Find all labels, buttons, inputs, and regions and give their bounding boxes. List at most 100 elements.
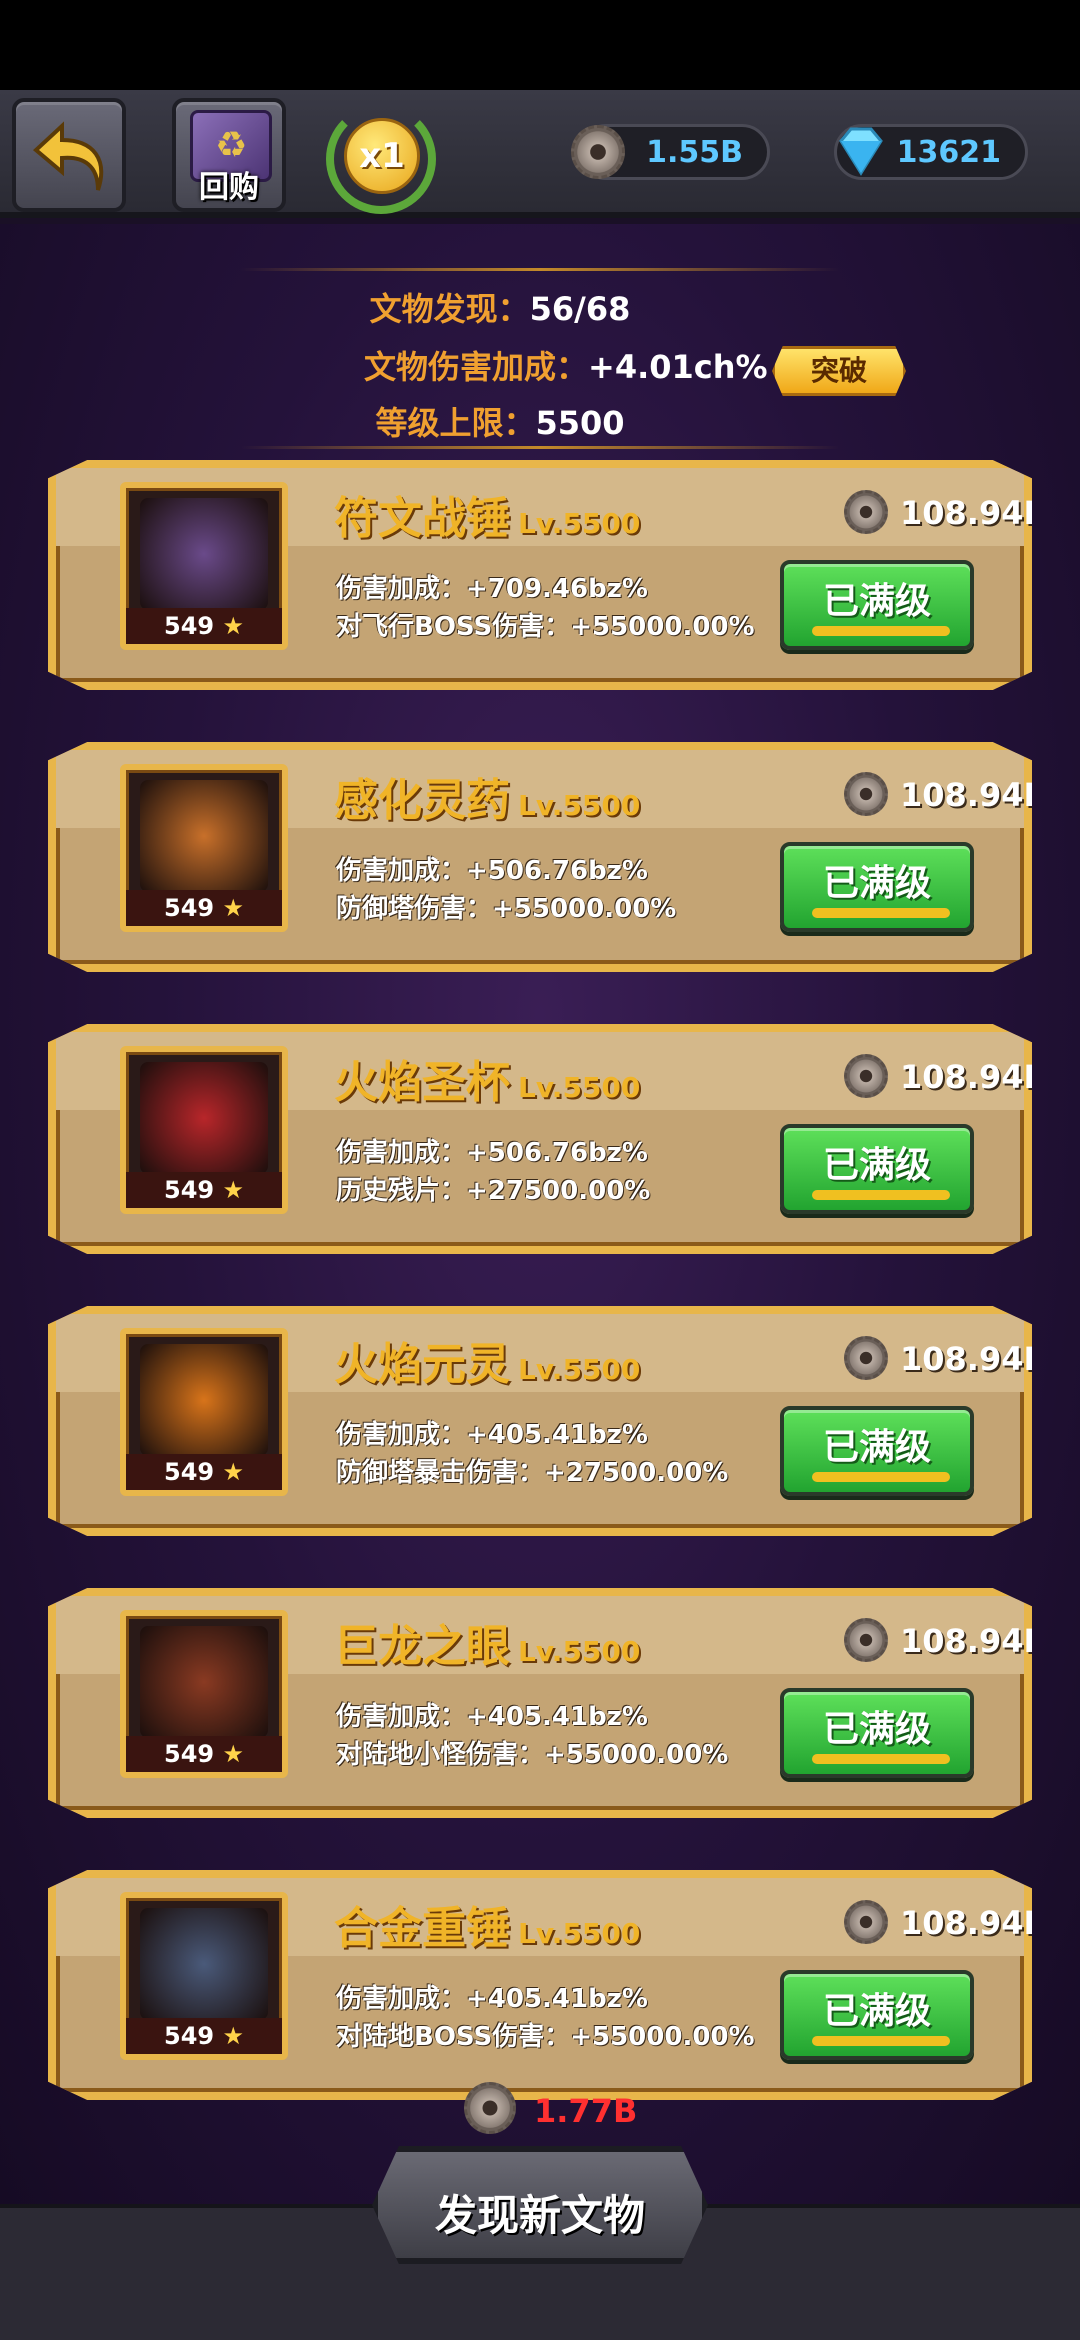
artifact-name: 感化灵药 xyxy=(334,775,510,826)
star-count: 549 xyxy=(164,1458,215,1486)
star-count: 549 xyxy=(164,2022,215,2050)
artifact-stat-damage: 伤害加成：+506.76bz% xyxy=(336,856,648,886)
diamond-currency-value: 13621 xyxy=(896,135,1001,170)
gear-icon xyxy=(571,125,625,179)
gear-icon xyxy=(844,772,888,816)
level-cap-label: 等级上限： xyxy=(375,404,536,442)
speed-multiplier-button[interactable]: x1 xyxy=(326,104,436,214)
artifact-name-row: 火焰圣杯 Lv.5500 xyxy=(334,1046,640,1110)
breakthrough-button[interactable]: 突破 xyxy=(772,346,906,396)
artifact-stars: 549 ★ xyxy=(126,608,282,644)
artifact-stat-special: 对飞行BOSS伤害：+55000.00% xyxy=(336,612,755,642)
artifact-stars: 549 ★ xyxy=(126,1736,282,1772)
artifact-stat-special: 防御塔伤害：+55000.00% xyxy=(336,894,677,924)
max-level-button[interactable]: 已满级 xyxy=(780,1688,974,1778)
upgrade-cost: 108.94M xyxy=(844,1900,1032,1950)
artifact-name-row: 火焰元灵 Lv.5500 xyxy=(334,1328,640,1392)
star-icon: ★ xyxy=(222,1176,244,1204)
artifact-name: 火焰元灵 xyxy=(334,1339,510,1390)
artifact-card: 549 ★ 火焰圣杯 Lv.5500 108.94M 伤害加成：+506.76bz% 历史… xyxy=(48,1024,1032,1254)
artifact-stat-special: 防御塔暴击伤害：+27500.00% xyxy=(336,1458,729,1488)
artifact-stat-damage: 伤害加成：+405.41bz% xyxy=(336,1420,648,1450)
divider xyxy=(240,268,840,271)
artifact-icon-frame[interactable]: 549 ★ xyxy=(120,1610,288,1778)
discovered-row: 文物发现：56/68 xyxy=(0,284,1000,330)
back-button[interactable] xyxy=(12,98,126,212)
artifact-level: Lv.5500 xyxy=(518,1635,641,1668)
max-level-button[interactable]: 已满级 xyxy=(780,1406,974,1496)
gear-icon xyxy=(844,1336,888,1380)
gear-icon xyxy=(844,1618,888,1662)
max-level-button[interactable]: 已满级 xyxy=(780,1970,974,2060)
diamond-currency-display: 13621 xyxy=(834,124,1028,180)
artifact-icon-frame[interactable]: 549 ★ xyxy=(120,1892,288,2060)
artifact-art-icon xyxy=(140,1908,268,2020)
max-level-label: 已满级 xyxy=(822,1709,931,1750)
artifact-art-icon xyxy=(140,1626,268,1738)
max-level-label: 已满级 xyxy=(822,1427,931,1468)
upgrade-cost: 108.94M xyxy=(844,772,1032,822)
level-cap-value: 5500 xyxy=(535,404,625,442)
artifact-level: Lv.5500 xyxy=(518,507,641,540)
artifact-name-row: 感化灵药 Lv.5500 xyxy=(334,764,640,828)
discover-new-artifact-button[interactable]: 发现新文物 xyxy=(372,2146,708,2264)
artifact-level: Lv.5500 xyxy=(518,1353,641,1386)
artifact-card: 549 ★ 感化灵药 Lv.5500 108.94M 伤害加成：+506.76bz% 防御… xyxy=(48,742,1032,972)
max-level-bar xyxy=(812,908,950,918)
star-icon: ★ xyxy=(222,1740,244,1768)
damage-bonus-row: 文物伤害加成：+4.01ch% xyxy=(364,342,768,388)
artifact-name-row: 符文战锤 Lv.5500 xyxy=(334,482,640,546)
artifact-icon-frame[interactable]: 549 ★ xyxy=(120,1046,288,1214)
artifact-art-icon xyxy=(140,1344,268,1456)
artifact-icon-frame[interactable]: 549 ★ xyxy=(120,764,288,932)
artifact-art-icon xyxy=(140,780,268,892)
artifact-stat-special: 对陆地小怪伤害：+55000.00% xyxy=(336,1740,729,1770)
star-count: 549 xyxy=(164,1176,215,1204)
artifact-level: Lv.5500 xyxy=(518,789,641,822)
max-level-bar xyxy=(812,1472,950,1482)
artifact-card: 549 ★ 合金重锤 Lv.5500 108.94M 伤害加成：+405.41bz% 对陆… xyxy=(48,1870,1032,2100)
diamond-icon xyxy=(839,127,883,176)
rebuy-label: 回购 xyxy=(199,170,259,205)
artifact-stars: 549 ★ xyxy=(126,1454,282,1490)
divider xyxy=(240,446,840,449)
max-level-button[interactable]: 已满级 xyxy=(780,560,974,650)
status-bar xyxy=(0,0,1080,90)
rebuy-button[interactable]: ♻ 回购 xyxy=(172,98,286,212)
artifact-card: 549 ★ 巨龙之眼 Lv.5500 108.94M 伤害加成：+405.41bz% 对陆… xyxy=(48,1588,1032,1818)
artifact-level: Lv.5500 xyxy=(518,1071,641,1104)
gear-currency-display: 1.55B xyxy=(571,124,770,180)
max-level-label: 已满级 xyxy=(822,1145,931,1186)
damage-bonus-value: +4.01ch% xyxy=(588,348,768,386)
artifact-stars: 549 ★ xyxy=(126,1172,282,1208)
gear-currency-value: 1.55B xyxy=(646,135,743,170)
gear-icon xyxy=(464,2082,516,2134)
max-level-bar xyxy=(812,626,950,636)
artifact-name: 符文战锤 xyxy=(334,493,510,544)
star-count: 549 xyxy=(164,894,215,922)
artifact-icon-frame[interactable]: 549 ★ xyxy=(120,1328,288,1496)
artifact-stat-damage: 伤害加成：+709.46bz% xyxy=(336,574,648,604)
gear-icon xyxy=(844,490,888,534)
artifact-icon-frame[interactable]: 549 ★ xyxy=(120,482,288,650)
speed-label: x1 xyxy=(344,118,420,194)
artifact-name-row: 巨龙之眼 Lv.5500 xyxy=(334,1610,640,1674)
star-count: 549 xyxy=(164,612,215,640)
artifact-stat-damage: 伤害加成：+405.41bz% xyxy=(336,1702,648,1732)
upgrade-cost: 108.94M xyxy=(844,490,1032,540)
gear-icon xyxy=(844,1900,888,1944)
artifact-card: 549 ★ 火焰元灵 Lv.5500 108.94M 伤害加成：+405.41bz% 防御… xyxy=(48,1306,1032,1536)
max-level-label: 已满级 xyxy=(822,1991,931,2032)
star-icon: ★ xyxy=(222,894,244,922)
star-icon: ★ xyxy=(222,2022,244,2050)
artifact-stat-damage: 伤害加成：+506.76bz% xyxy=(336,1138,648,1168)
max-level-bar xyxy=(812,2036,950,2046)
artifact-stat-special: 历史残片：+27500.00% xyxy=(336,1176,651,1206)
max-level-button[interactable]: 已满级 xyxy=(780,842,974,932)
level-cap-row: 等级上限：5500 xyxy=(0,398,1000,444)
discovered-value: 56/68 xyxy=(529,290,631,328)
artifact-stat-damage: 伤害加成：+405.41bz% xyxy=(336,1984,648,2014)
max-level-label: 已满级 xyxy=(822,581,931,622)
discovered-label: 文物发现： xyxy=(369,290,530,328)
max-level-button[interactable]: 已满级 xyxy=(780,1124,974,1214)
